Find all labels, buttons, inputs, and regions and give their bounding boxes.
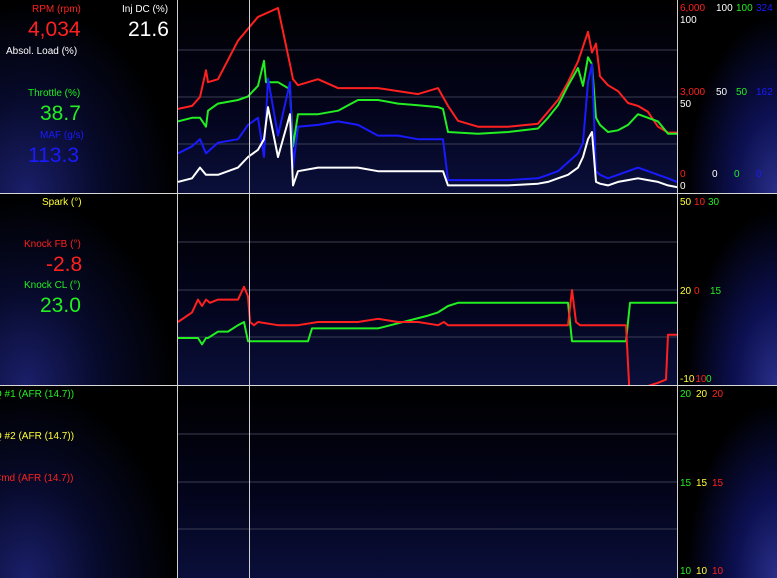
panel2-plot <box>178 241 677 385</box>
throttle-series-line <box>178 56 677 148</box>
scale-knockcl-mid: 15 <box>710 286 722 297</box>
knockfb-value: -2.8 <box>46 253 83 276</box>
scale-injdc-max: 100 <box>680 15 697 26</box>
scale-rpm-max: 6,000 <box>680 3 706 14</box>
scale-maf-mid: 162 <box>756 87 773 98</box>
cursor-line[interactable] <box>249 0 250 578</box>
scale-rpm-mid: 3,000 <box>680 87 706 98</box>
afr-q1-label: Q #1 (AFR (14.7)) <box>0 389 75 400</box>
scale-afr1-min: 10 <box>680 566 692 577</box>
scale-load-min: 0 <box>712 169 718 180</box>
scale-injdc-mid: 50 <box>680 99 692 110</box>
scale-maf-max: 324 <box>756 3 773 14</box>
throttle-value: 38.7 <box>40 102 81 125</box>
knockcl-label: Knock CL (°) <box>24 280 81 291</box>
scale-afrcmd-min: 10 <box>712 566 724 577</box>
panel2-graph[interactable] <box>178 194 677 385</box>
panel-afr: Q #1 (AFR (14.7)) Q #2 (AFR (14.7)) Cmd … <box>0 386 777 578</box>
scale-throttle-min: 0 <box>734 169 740 180</box>
injdc-value: 21.6 <box>128 18 169 41</box>
scale-load-max: 100 <box>716 3 733 14</box>
afr-q2-label: Q #2 (AFR (14.7)) <box>0 431 75 442</box>
maf-value: 113.3 <box>28 144 79 167</box>
knockcl-value: 23.0 <box>40 294 81 317</box>
scale-knockcl-min: 0 <box>706 374 712 385</box>
scale-throttle-mid: 50 <box>736 87 748 98</box>
panel3-graph[interactable] <box>178 386 677 578</box>
scale-afr2-mid: 15 <box>696 478 708 489</box>
scale-knockfb-min: -10 <box>692 374 707 385</box>
rpm-label: RPM (rpm) <box>32 4 81 15</box>
scale-spark-max: 50 <box>680 197 692 208</box>
maf-series-line <box>178 63 677 183</box>
panel2-readout-area: Spark (°) Knock FB (°) -2.8 Knock CL (°)… <box>0 194 177 385</box>
panel1-graph[interactable] <box>178 0 677 193</box>
maf-label: MAF (g/s) <box>40 130 84 141</box>
scale-knockcl-max: 30 <box>708 197 720 208</box>
injdc-label: Inj DC (%) <box>122 4 169 15</box>
afr-cmd-label: Cmd (AFR (14.7)) <box>0 473 74 484</box>
load-label: Absol. Load (%) <box>6 46 78 57</box>
knockfb-label: Knock FB (°) <box>24 239 81 250</box>
scale-injdc-min: 0 <box>680 181 686 192</box>
scale-rpm-min: 0 <box>680 169 686 180</box>
panel3-plot <box>178 433 677 530</box>
spark-label: Spark (°) <box>42 197 82 208</box>
scale-knockfb-max: 10 <box>694 197 706 208</box>
scale-knockfb-mid: 0 <box>694 286 700 297</box>
knockfb-series-line <box>178 285 677 385</box>
scale-afr1-max: 20 <box>680 389 692 400</box>
panel2-scale: 50 10 30 20 0 15 -10 -10 0 <box>678 194 777 385</box>
panel1-readout-area: RPM (rpm) 4,034 Inj DC (%) 21.6 Absol. L… <box>0 0 177 193</box>
panel-spark-knock: Spark (°) Knock FB (°) -2.8 Knock CL (°)… <box>0 194 777 385</box>
scale-throttle-max: 100 <box>736 3 753 14</box>
scale-spark-mid: 20 <box>680 286 692 297</box>
panel3-scale: 20 20 20 15 15 15 10 10 10 <box>678 386 777 578</box>
rpm-value: 4,034 <box>28 18 81 41</box>
panel1-plot <box>178 7 677 189</box>
scale-maf-min: 0 <box>756 169 762 180</box>
scale-border <box>677 0 678 578</box>
scale-afrcmd-mid: 15 <box>712 478 724 489</box>
throttle-label: Throttle (%) <box>28 88 81 99</box>
scale-afr1-mid: 15 <box>680 478 692 489</box>
scale-afr2-max: 20 <box>696 389 708 400</box>
scale-afrcmd-max: 20 <box>712 389 724 400</box>
rpm-series-line <box>178 7 677 134</box>
panel-rpm-throttle: RPM (rpm) 4,034 Inj DC (%) 21.6 Absol. L… <box>0 0 777 193</box>
panel3-readout-area: Q #1 (AFR (14.7)) Q #2 (AFR (14.7)) Cmd … <box>0 386 177 578</box>
scale-load-mid: 50 <box>716 87 728 98</box>
scale-afr2-min: 10 <box>696 566 708 577</box>
readout-border <box>177 0 178 578</box>
panel1-scale: 6,000 100 100 324 100 3,000 50 50 162 50… <box>678 0 777 193</box>
